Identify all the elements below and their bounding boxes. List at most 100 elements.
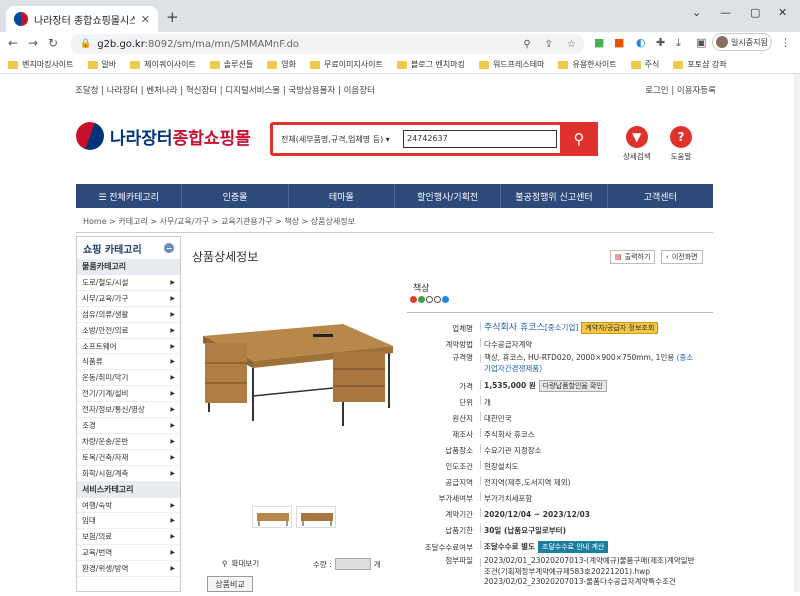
extension-3-icon[interactable]: ◐ [636, 36, 646, 49]
sidebar-item[interactable]: 소방/안전/의료 ▶ [77, 323, 180, 339]
detail-search-button[interactable]: ▼ 상세검색 [623, 126, 651, 162]
sidebar-item[interactable]: 전기/기계/설비 ▶ [77, 386, 180, 403]
sidebar-item[interactable]: 차량/운송/운반 ▶ [77, 434, 180, 450]
back-icon[interactable]: ← [8, 36, 18, 50]
attachment-link[interactable]: 2023/02/02_23020207013-물품다수공급자계약특수조건 [484, 577, 676, 586]
forward-icon[interactable]: → [28, 36, 38, 50]
bookmark-item[interactable]: 무료이미지사이트 [309, 59, 383, 70]
bookmark-item[interactable]: 워드프레스테마 [478, 59, 544, 70]
arrow-right-icon: ▶ [170, 501, 175, 509]
nav-report-center[interactable]: 불공정행위 신고센터 [501, 184, 608, 208]
sidebar-item[interactable]: 조경 ▶ [77, 418, 180, 434]
arrow-right-icon: ▶ [170, 310, 175, 318]
puzzle-icon[interactable]: ✚ [656, 36, 665, 49]
search-button[interactable]: ⚲ [560, 122, 598, 156]
family-site-links[interactable]: 조달청 | 나라장터 | 벤처나라 | 혁신장터 | 디지털서비스몰 | 국방상… [75, 84, 375, 96]
discount-button[interactable]: 다량납품할인율 확인 [538, 380, 607, 392]
menu-icon[interactable]: ⋮ [780, 36, 791, 49]
nav-customer-center[interactable]: 고객센터 [608, 184, 713, 208]
sidebar-item[interactable]: 임대 ▶ [77, 513, 180, 530]
sidebar-item[interactable]: 화학/시험/계측 ▶ [77, 466, 180, 482]
reload-icon[interactable]: ↻ [48, 36, 58, 50]
bookmark-item[interactable]: 포토샵 강좌 [673, 59, 727, 70]
attachment-link[interactable]: 조건(기획재정부계약예규제583호20221201).hwp [484, 567, 650, 576]
bookmark-item[interactable]: 벤치마킹사이트 [8, 59, 74, 70]
search-scope-select[interactable]: 전체(세부품명,규격,업체명 등) ▾ [273, 134, 403, 145]
minimize-icon[interactable]: — [720, 6, 731, 19]
thumbnail[interactable] [252, 506, 292, 528]
site-logo[interactable]: 나라장터 종합쇼핑몰 [76, 122, 251, 150]
sidebar-item[interactable]: 도로/철도/시설 ▶ [77, 275, 180, 291]
star-icon[interactable]: ☆ [567, 39, 576, 50]
sidebar-item[interactable]: 사무/교육/가구 ▶ [77, 291, 180, 307]
search-page-icon[interactable]: ⚲ [523, 39, 530, 50]
nav-all-category[interactable]: ☰ 전체카테고리 [76, 184, 183, 208]
sidebar-item[interactable]: 섬유/의류/생활 ▶ [77, 307, 180, 323]
bookmark-item[interactable]: 영화 [267, 59, 296, 70]
sidebar-item[interactable]: 전자/정보/통신/영상 ▶ [77, 402, 180, 419]
url-field[interactable]: 🔒 g2b.go.kr:8092/sm/ma/mn/SMMAMnF.do ⚲ ⇪… [70, 34, 584, 54]
bookmark-label: 영화 [281, 60, 296, 69]
sidebar-item[interactable]: 소프트웨어 ▶ [77, 339, 180, 355]
browser-tab[interactable]: 나라장터 종합쇼핑몰시스템 ✕ [6, 6, 158, 32]
spec-row-vendor: 업체명 주식회사 휴코스[중소기업] 계약자/공급자 정보조회 [408, 320, 713, 336]
extension-1-icon[interactable]: ■ [594, 36, 604, 49]
back-button[interactable]: ‹ 이전화면 [661, 250, 703, 264]
sidebar-item[interactable]: 여행/숙박 ▶ [77, 498, 180, 514]
search-input[interactable]: 24742637 [403, 130, 557, 148]
vendor-info-button[interactable]: 계약자/공급자 정보조회 [581, 322, 659, 334]
divider [76, 232, 713, 233]
login-links[interactable]: 로그인 | 이용자등록 [645, 84, 716, 96]
nav-certified-mall[interactable]: 인증몰 [182, 184, 289, 208]
zoom-button[interactable]: ⚲ 확대보기 [222, 558, 259, 569]
attachment-link[interactable]: 2023/02/01_23020207013-(계약예규)물품구매(제조)계약일… [484, 556, 694, 565]
compare-button[interactable]: 상품비교 [207, 576, 253, 592]
nav-theme-mall[interactable]: 테마몰 [289, 184, 395, 208]
nav-promotions[interactable]: 할인행사/기획전 [395, 184, 502, 208]
sidebar-item[interactable]: 환경/위생/방역 ▶ [77, 561, 180, 578]
chevron-down-icon[interactable]: ⌄ [692, 6, 701, 19]
share-icon[interactable]: ⇪ [545, 39, 553, 50]
folder-icon [630, 60, 641, 69]
close-tab-icon[interactable]: ✕ [141, 13, 150, 26]
help-button[interactable]: ? 도움말 [670, 126, 692, 162]
thumbnail[interactable] [296, 506, 336, 528]
bookmark-item[interactable]: 솔루션들 [209, 59, 253, 70]
profile-button[interactable]: 일시중지됨 [712, 33, 772, 51]
bookmark-item[interactable]: 주식 [630, 59, 659, 70]
sidebar-item[interactable]: 교육/번역 ▶ [77, 545, 180, 562]
arrow-right-icon: ▶ [170, 342, 175, 350]
print-button[interactable]: ▤ 출력하기 [610, 250, 656, 264]
page-scrollbar[interactable] [794, 74, 800, 592]
emblem-icon [76, 122, 104, 150]
qty-label: 수량 : [313, 559, 332, 569]
spec-row: 공급지역 전지역(제주,도서지역 제외) [445, 476, 571, 487]
breadcrumb[interactable]: Home > 카테고리 > 사무/교육/가구 > 교육기관용가구 > 책상 > … [83, 216, 355, 227]
search-box: 전체(세부품명,규격,업체명 등) ▾ 24742637 ⚲ [270, 122, 598, 156]
bookmark-item[interactable]: 제이쿼이사이트 [130, 59, 196, 70]
download-icon[interactable]: ⤓ [676, 36, 681, 50]
sidebar-item[interactable]: 보험/의료 ▶ [77, 529, 180, 546]
maximize-icon[interactable]: ▢ [750, 6, 760, 19]
folder-icon [87, 60, 98, 69]
sidebar-item[interactable]: 토목/건축/자재 ▶ [77, 450, 180, 466]
bookmark-item[interactable]: 알바 [87, 59, 116, 70]
fee-calc-button[interactable]: 조달수수료 안내 계산 [537, 541, 609, 553]
sidebar-item[interactable]: 식품류 ▶ [77, 354, 180, 371]
sidebar-item[interactable]: 운동/취미/악기 ▶ [77, 370, 180, 387]
collapse-icon[interactable]: − [164, 243, 174, 253]
spec-row: 계약기간 2020/12/04 ~ 2023/12/03 [445, 508, 590, 519]
bookmark-item[interactable]: 유용한사이트 [558, 59, 617, 70]
extension-2-icon[interactable]: ■ [614, 36, 624, 49]
printer-icon: ▤ [615, 253, 622, 261]
profile-label: 일시중지됨 [731, 37, 768, 47]
arrow-right-icon: ▶ [170, 549, 175, 557]
quantity-input[interactable] [334, 558, 371, 570]
vendor-link[interactable]: 주식회사 휴코스 [484, 323, 545, 333]
arrow-right-icon: ▶ [170, 406, 175, 414]
bookmark-item[interactable]: 블로그 벤치마킹 [396, 59, 465, 70]
folder-icon [209, 60, 220, 69]
new-tab-icon[interactable]: + [166, 8, 179, 26]
sidepanel-icon[interactable]: ▣ [696, 36, 706, 49]
close-window-icon[interactable]: ✕ [778, 6, 787, 19]
